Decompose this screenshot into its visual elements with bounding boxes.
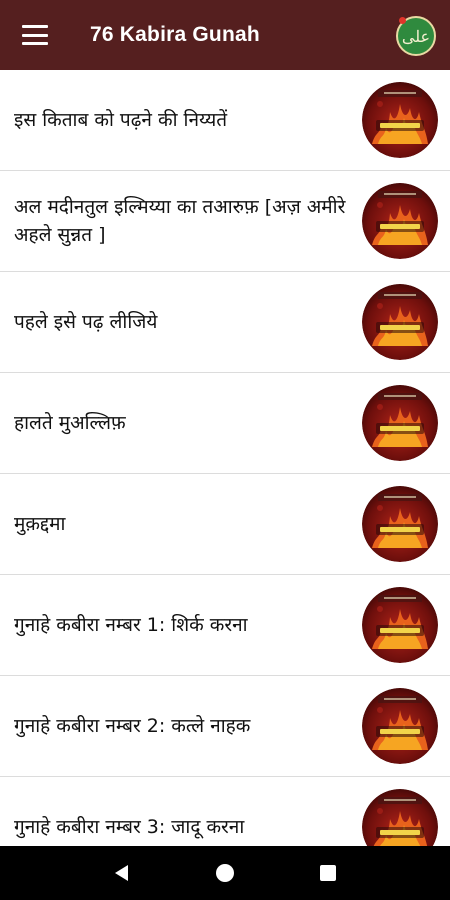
book-cover-thumbnail (362, 789, 438, 846)
chapter-list: इस किताब को पढ़ने की निय्यतें अल मदीनतुल… (0, 70, 450, 846)
list-item-title: गुनाहे कबीरा नम्बर 3: जादू करना (14, 816, 245, 838)
badge-glyph: علی (401, 26, 431, 46)
list-item-title: गुनाहे कबीरा नम्बर 1: शिर्क करना (14, 614, 248, 636)
notification-dot (399, 17, 406, 24)
list-item-title: मुक़द्दमा (14, 513, 66, 535)
app-title: 76 Kabira Gunah (90, 23, 260, 46)
ali-calligraphy-icon[interactable]: علی (396, 16, 436, 56)
list-item[interactable]: हालते मुअल्लिफ़ (0, 373, 450, 474)
list-item-title: अल मदीनतुल इल्मिय्या का तआरुफ़ [अज़ अमीर… (14, 196, 346, 246)
book-cover-thumbnail (362, 82, 438, 158)
list-item[interactable]: गुनाहे कबीरा नम्बर 1: शिर्क करना (0, 575, 450, 676)
list-item-title: गुनाहे कबीरा नम्बर 2: कत्ले नाहक (14, 715, 251, 737)
list-item-title: पहले इसे पढ़ लीजिये (14, 311, 158, 333)
recents-square-icon[interactable] (313, 858, 343, 888)
list-item[interactable]: अल मदीनतुल इल्मिय्या का तआरुफ़ [अज़ अमीर… (0, 171, 450, 272)
list-item[interactable]: पहले इसे पढ़ लीजिये (0, 272, 450, 373)
list-item[interactable]: मुक़द्दमा (0, 474, 450, 575)
list-item[interactable]: गुनाहे कबीरा नम्बर 3: जादू करना (0, 777, 450, 846)
book-cover-thumbnail (362, 284, 438, 360)
book-cover-thumbnail (362, 688, 438, 764)
app-bar: 76 Kabira Gunah علی (0, 0, 450, 70)
book-cover-thumbnail (362, 587, 438, 663)
list-item-title: इस किताब को पढ़ने की निय्यतें (14, 109, 228, 131)
book-cover-thumbnail (362, 385, 438, 461)
home-circle-icon[interactable] (210, 858, 240, 888)
hamburger-menu-icon[interactable] (22, 25, 48, 45)
list-item[interactable]: इस किताब को पढ़ने की निय्यतें (0, 70, 450, 171)
book-cover-thumbnail (362, 486, 438, 562)
back-triangle-icon[interactable] (107, 858, 137, 888)
list-item-title: हालते मुअल्लिफ़ (14, 412, 126, 434)
list-item[interactable]: गुनाहे कबीरा नम्बर 2: कत्ले नाहक (0, 676, 450, 777)
system-nav-bar (0, 846, 450, 900)
book-cover-thumbnail (362, 183, 438, 259)
